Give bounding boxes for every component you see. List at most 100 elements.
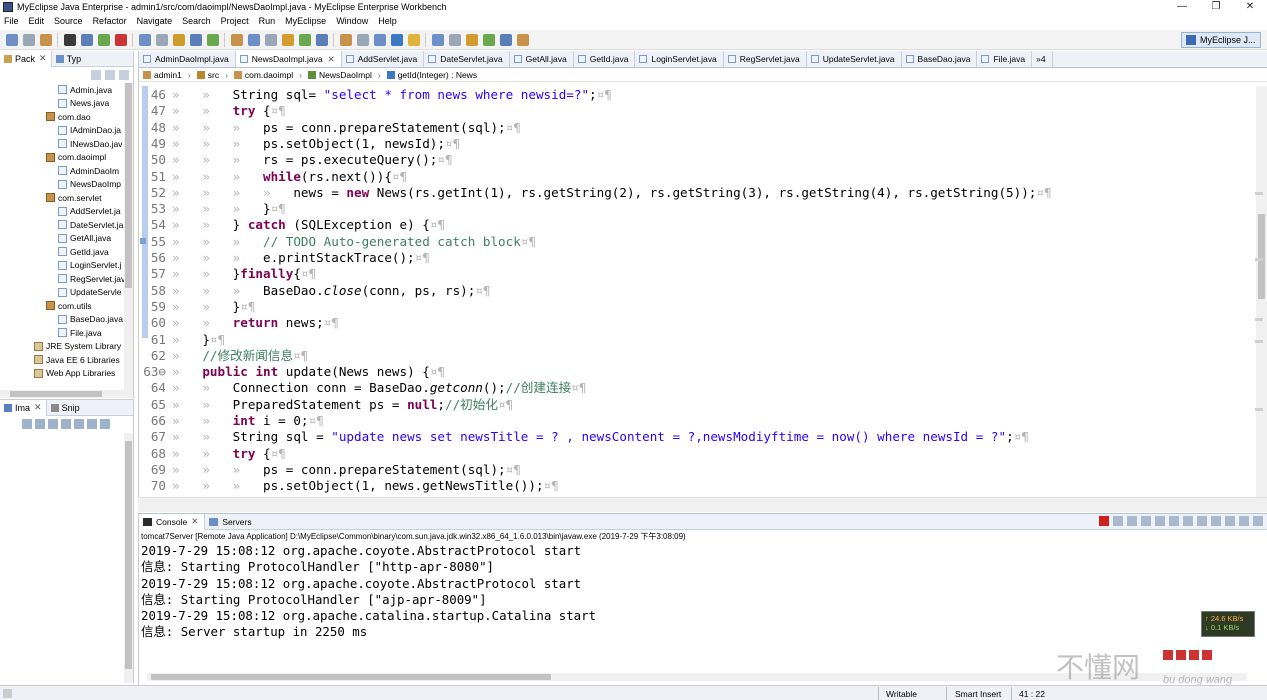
tree-item[interactable]: BaseDao.java [0,313,133,327]
code-line[interactable]: 65 » » PreparedStatement ps = null;//初始化¤… [139,397,513,413]
tree-item[interactable]: INewsDao.jav [0,137,133,151]
editor-horizontal-scrollbar[interactable] [138,497,1267,512]
code-line[interactable]: 51 » » » while(rs.next()){¤¶ [139,169,407,185]
print-icon[interactable] [64,33,76,46]
code-line[interactable]: 58 » » » BaseDao.close(conn, ps, rs);¤¶ [139,283,491,299]
editor-tab[interactable]: »4 [1032,51,1053,67]
forward-icon[interactable] [500,33,512,46]
link-with-editor-icon[interactable] [105,70,115,80]
save-all-icon[interactable] [40,33,52,46]
code-line[interactable]: 56 » » » e.printStackTrace();¤¶ [139,250,430,266]
tab-console[interactable]: Console ✕ [139,513,206,530]
code-line[interactable]: 68 » » try {¤¶ [139,446,286,462]
tab-package-explorer[interactable]: Pack ✕ [0,50,52,67]
scrollbar-thumb[interactable] [151,674,551,680]
code-line[interactable]: 62 » //修改新闻信息¤¶ [139,348,308,364]
editor-tab[interactable]: RegServlet.java [724,51,807,67]
code-line[interactable]: 46 » » String sql= "select * from news wh… [139,87,612,103]
code-line[interactable]: 54 » » } catch (SQLException e) {¤¶ [139,217,445,233]
code-line[interactable]: 67 » » String sql = "update news set news… [139,429,1029,445]
tab-image-preview[interactable]: Ima ✕ [0,399,47,416]
save-icon[interactable] [23,33,35,46]
pin-console-icon[interactable] [1197,516,1207,526]
code-line[interactable]: 47 » » try {¤¶ [139,103,286,119]
code-line[interactable]: 50 » » » rs = ps.executeQuery();¤¶ [139,152,453,168]
overview-mark[interactable] [1255,258,1263,261]
display-console-icon[interactable] [1211,516,1221,526]
show-on-output-icon[interactable] [1183,516,1193,526]
breadcrumb-item[interactable]: admin1 [143,70,182,80]
scrollbar-thumb[interactable] [125,83,132,288]
view-menu-icon[interactable] [100,419,110,429]
view-menu-icon[interactable] [119,70,129,80]
scrollbar-thumb[interactable] [125,441,132,669]
tree-item[interactable]: Admin.java [0,83,133,97]
tree-item[interactable]: RegServlet.jav [0,272,133,286]
overview-mark[interactable] [1255,408,1263,411]
breadcrumb-item[interactable]: getId(Integer) : News [386,70,477,80]
zoom-fit-icon[interactable] [22,419,32,429]
code-line[interactable]: 69 » » » ps = conn.prepareStatement(sql);… [139,462,521,478]
tree-item[interactable]: com.daoimpl [0,151,133,165]
previous-annotation-icon[interactable] [449,33,461,46]
open-console-icon[interactable] [1225,516,1235,526]
search-icon[interactable] [316,33,328,46]
tree-item[interactable]: UpdateServle [0,286,133,300]
package-tree-horizontal-scrollbar[interactable] [0,390,125,398]
console-output[interactable]: 2019-7-29 15:08:12 org.apache.coyote.Abs… [139,543,1267,641]
zoom-reset-icon[interactable] [61,419,71,429]
editor-tab[interactable]: NewsDaoImpl.java ✕ [235,51,342,67]
tree-item[interactable]: DateServlet.ja [0,218,133,232]
code-line[interactable]: 55 » » » // TODO Auto-generated catch blo… [139,234,536,250]
editor-tab[interactable]: LoginServlet.java [635,51,724,67]
menu-edit[interactable]: Edit [29,16,45,26]
editor-tab[interactable]: AddServlet.java [342,51,425,67]
breadcrumb-item[interactable]: com.daoimpl [233,70,293,80]
editor-tab[interactable]: BaseDao.java [902,51,978,67]
scrollbar-thumb[interactable] [10,391,102,397]
task-icon[interactable] [340,33,352,46]
tree-item[interactable]: News.java [0,97,133,111]
terminate-icon[interactable] [1099,516,1109,526]
maximize-view-icon[interactable] [1253,516,1263,526]
code-line[interactable]: 63⊖ » public int update(News news) {¤¶ [139,364,445,380]
zoom-in-icon[interactable] [35,419,45,429]
tree-item[interactable]: Java EE 6 Libraries [0,353,133,367]
overview-mark[interactable] [1255,340,1263,343]
close-button[interactable]: ✕ [1233,0,1267,14]
server-icon[interactable] [173,33,185,46]
build-icon[interactable] [139,33,151,46]
menu-project[interactable]: Project [221,16,249,26]
breadcrumb-item[interactable]: src [196,70,219,80]
minimize-button[interactable]: — [1165,0,1199,14]
code-line[interactable]: 57» » }finally{¤¶ [139,266,316,282]
maximize-button[interactable]: ❐ [1199,0,1233,14]
code-line[interactable]: 61 » }¤¶ [139,332,225,348]
editor-tab[interactable]: DateServlet.java [424,51,510,67]
stop-icon[interactable] [115,33,127,46]
block-select-icon[interactable] [391,33,403,46]
back-icon[interactable] [483,33,495,46]
close-icon[interactable]: ✕ [34,402,42,413]
close-icon[interactable]: ✕ [39,53,47,64]
editor-tab[interactable]: GetAll.java [510,51,574,67]
overview-mark[interactable] [1255,192,1263,195]
editor-vertical-scrollbar[interactable] [1256,86,1267,497]
editor-tab[interactable]: File.java [977,51,1033,67]
editor-tab[interactable]: GetId.java [574,51,636,67]
menu-help[interactable]: Help [378,16,397,26]
tree-item[interactable]: com.utils [0,299,133,313]
next-annotation-icon[interactable] [432,33,444,46]
menu-navigate[interactable]: Navigate [137,16,173,26]
menu-refactor[interactable]: Refactor [93,16,127,26]
tree-item[interactable]: File.java [0,326,133,340]
tree-item[interactable]: JRE System Library [0,340,133,354]
close-icon[interactable]: ✕ [328,54,335,65]
browser-icon[interactable] [190,33,202,46]
code-line[interactable]: 70 » » » ps.setObject(1, news.getNewsTitl… [139,478,559,494]
tree-item[interactable]: IAdminDao.ja [0,124,133,138]
profile-icon[interactable] [248,33,260,46]
show-whitespace-icon[interactable] [408,33,420,46]
scrollbar-thumb[interactable] [1258,214,1265,299]
breadcrumb-item[interactable]: NewsDaoImpl [307,70,372,80]
